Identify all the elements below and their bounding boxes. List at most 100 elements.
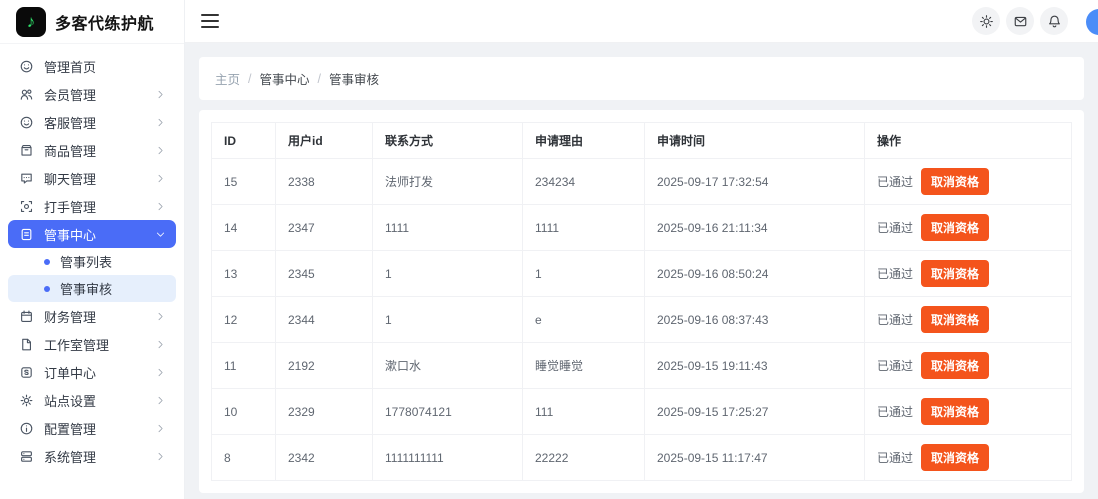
- chevron-right-icon: [155, 173, 166, 184]
- chevron-right-icon: [155, 339, 166, 350]
- sidebar-item-site-settings[interactable]: 站点设置: [8, 386, 176, 414]
- audit-table-card: ID用户id联系方式申请理由申请时间操作 152338法师打发234234202…: [199, 110, 1084, 493]
- cell-contact: 1: [373, 297, 523, 343]
- sidebar-item-system[interactable]: 系统管理: [8, 442, 176, 470]
- sidebar-menu: 管理首页会员管理客服管理商品管理聊天管理打手管理管事中心管事列表管事审核财务管理…: [0, 44, 184, 499]
- cell-reason: e: [523, 297, 645, 343]
- status-text: 已通过: [877, 313, 913, 327]
- sidebar-item-label: 站点设置: [44, 391, 96, 410]
- user-avatar[interactable]: [1086, 9, 1098, 35]
- cell-time: 2025-09-16 08:37:43: [645, 297, 865, 343]
- sidebar-item-label: 配置管理: [44, 419, 96, 438]
- doc-list-icon: [18, 226, 34, 242]
- cell-id: 13: [212, 251, 276, 297]
- column-header-action: 操作: [865, 123, 1072, 159]
- status-text: 已通过: [877, 359, 913, 373]
- breadcrumb-item[interactable]: 主页: [215, 69, 240, 88]
- messages-button[interactable]: [1006, 7, 1034, 35]
- cell-time: 2025-09-17 17:32:54: [645, 159, 865, 205]
- chevron-down-icon: [155, 229, 166, 240]
- cancel-qualification-button[interactable]: 取消资格: [921, 214, 989, 241]
- cancel-qualification-button[interactable]: 取消资格: [921, 168, 989, 195]
- cell-action: 已通过取消资格: [865, 297, 1072, 343]
- breadcrumb-separator: /: [248, 72, 251, 86]
- cell-user_id: 2192: [276, 343, 373, 389]
- calendar-icon: [18, 308, 34, 324]
- sidebar-subitem-label: 管事列表: [60, 252, 112, 271]
- table-header-row: ID用户id联系方式申请理由申请时间操作: [212, 123, 1072, 159]
- sidebar-subitem-steward-list[interactable]: 管事列表: [8, 248, 176, 275]
- cell-action: 已通过取消资格: [865, 389, 1072, 435]
- sidebar: ♪ 多客代练护航 管理首页会员管理客服管理商品管理聊天管理打手管理管事中心管事列…: [0, 0, 185, 499]
- column-header-contact: 联系方式: [373, 123, 523, 159]
- topbar: [185, 0, 1098, 43]
- app-logo: ♪: [16, 7, 46, 37]
- cell-action: 已通过取消资格: [865, 205, 1072, 251]
- music-note-icon: ♪: [27, 13, 36, 30]
- sidebar-item-dashboard[interactable]: 管理首页: [8, 52, 176, 80]
- sidebar-item-config[interactable]: 配置管理: [8, 414, 176, 442]
- sidebar-subitem-steward-audit[interactable]: 管事审核: [8, 275, 176, 302]
- sidebar-item-studio[interactable]: 工作室管理: [8, 330, 176, 358]
- cancel-qualification-button[interactable]: 取消资格: [921, 352, 989, 379]
- info-icon: [18, 420, 34, 436]
- cell-contact: 1111: [373, 205, 523, 251]
- status-text: 已通过: [877, 175, 913, 189]
- sidebar-item-label: 管理首页: [44, 57, 96, 76]
- notifications-button[interactable]: [1040, 7, 1068, 35]
- sidebar-item-steward-center[interactable]: 管事中心: [8, 220, 176, 248]
- cell-reason: 睡觉睡觉: [523, 343, 645, 389]
- sidebar-item-label: 管事中心: [44, 225, 96, 244]
- cell-time: 2025-09-15 17:25:27: [645, 389, 865, 435]
- sidebar-item-label: 订单中心: [44, 363, 96, 382]
- cell-user_id: 2347: [276, 205, 373, 251]
- breadcrumb-item: 管事审核: [329, 69, 379, 88]
- app-title: 多客代练护航: [55, 10, 154, 34]
- cell-id: 14: [212, 205, 276, 251]
- sidebar-item-chat[interactable]: 聊天管理: [8, 164, 176, 192]
- cell-time: 2025-09-15 11:17:47: [645, 435, 865, 481]
- service-icon: [18, 114, 34, 130]
- users-icon: [18, 86, 34, 102]
- sidebar-item-finance[interactable]: 财务管理: [8, 302, 176, 330]
- theme-toggle-button[interactable]: [972, 7, 1000, 35]
- breadcrumb: 主页/管事中心/管事审核: [199, 57, 1084, 100]
- cell-user_id: 2345: [276, 251, 373, 297]
- cancel-qualification-button[interactable]: 取消资格: [921, 260, 989, 287]
- sidebar-item-label: 财务管理: [44, 307, 96, 326]
- sidebar-item-goods[interactable]: 商品管理: [8, 136, 176, 164]
- chevron-right-icon: [155, 117, 166, 128]
- chevron-right-icon: [155, 367, 166, 378]
- status-text: 已通过: [877, 267, 913, 281]
- chevron-right-icon: [155, 395, 166, 406]
- sidebar-item-members[interactable]: 会员管理: [8, 80, 176, 108]
- cell-id: 12: [212, 297, 276, 343]
- table-row: 1223441e2025-09-16 08:37:43已通过取消资格: [212, 297, 1072, 343]
- cell-id: 11: [212, 343, 276, 389]
- cell-contact: 1: [373, 251, 523, 297]
- cancel-qualification-button[interactable]: 取消资格: [921, 398, 989, 425]
- cell-id: 15: [212, 159, 276, 205]
- cancel-qualification-button[interactable]: 取消资格: [921, 306, 989, 333]
- gear-icon: [18, 392, 34, 408]
- sidebar-item-orders[interactable]: 订单中心: [8, 358, 176, 386]
- app-root: ♪ 多客代练护航 管理首页会员管理客服管理商品管理聊天管理打手管理管事中心管事列…: [0, 0, 1098, 499]
- cell-action: 已通过取消资格: [865, 251, 1072, 297]
- breadcrumb-item: 管事中心: [260, 69, 310, 88]
- sidebar-item-hitters[interactable]: 打手管理: [8, 192, 176, 220]
- bullet-dot-icon: [44, 259, 50, 265]
- topbar-actions: [972, 7, 1084, 35]
- cell-user_id: 2344: [276, 297, 373, 343]
- order-icon: [18, 364, 34, 380]
- chevron-right-icon: [155, 311, 166, 322]
- column-header-time: 申请时间: [645, 123, 865, 159]
- bullet-dot-icon: [44, 286, 50, 292]
- hamburger-menu-icon[interactable]: [201, 14, 219, 28]
- cancel-qualification-button[interactable]: 取消资格: [921, 444, 989, 471]
- sidebar-item-support[interactable]: 客服管理: [8, 108, 176, 136]
- chevron-right-icon: [155, 145, 166, 156]
- chevron-right-icon: [155, 201, 166, 212]
- cell-reason: 1111: [523, 205, 645, 251]
- sidebar-item-label: 系统管理: [44, 447, 96, 466]
- cell-reason: 1: [523, 251, 645, 297]
